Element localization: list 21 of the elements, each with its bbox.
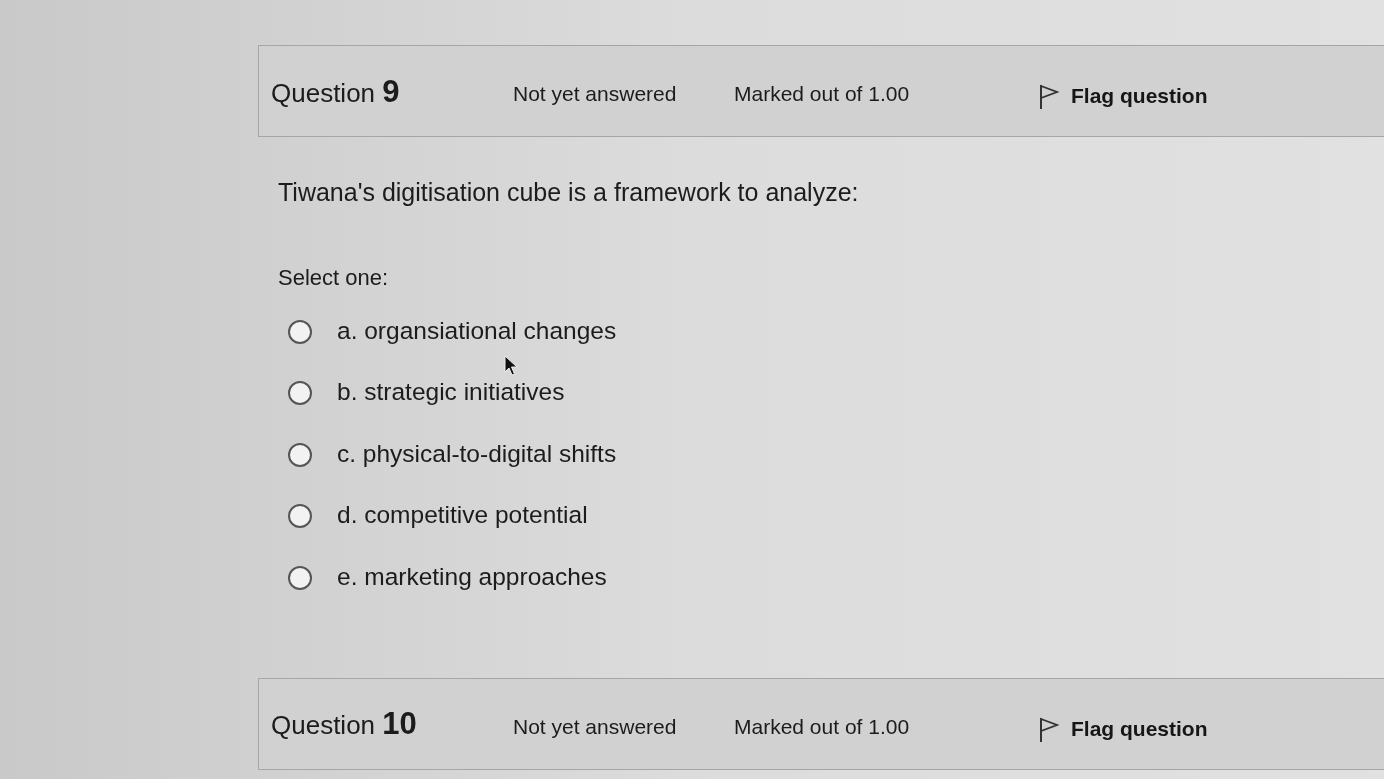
- radio-button[interactable]: [288, 381, 312, 406]
- question-marks: Marked out of 1.00: [734, 713, 911, 740]
- answer-option-label[interactable]: b. strategic initiatives: [337, 377, 565, 408]
- question-marks: Marked out of 1.00: [734, 81, 911, 108]
- question-text: Tiwana's digitisation cube is a framework to analyze:: [278, 177, 860, 207]
- answer-option-label[interactable]: c. physical-to-digital shifts: [337, 438, 617, 469]
- question-number: Question 9: [271, 75, 401, 107]
- mouse-pointer-icon: [504, 355, 518, 376]
- question-number: Question 10: [271, 708, 418, 739]
- question-status: Not yet answered: [513, 81, 678, 108]
- flag-question-button[interactable]: Flag question: [1039, 80, 1208, 112]
- radio-button[interactable]: [288, 442, 312, 467]
- answer-option-label[interactable]: a. organsiational changes: [337, 315, 617, 346]
- prompt-text: Select one:: [278, 265, 390, 291]
- flag-question-button[interactable]: Flag question: [1039, 712, 1208, 745]
- answer-option-label[interactable]: d. competitive potential: [337, 500, 588, 531]
- radio-button[interactable]: [288, 319, 312, 344]
- radio-button[interactable]: [288, 565, 312, 590]
- answer-option-label[interactable]: e. marketing approaches: [337, 561, 607, 592]
- question-status: Not yet answered: [513, 713, 678, 740]
- radio-button[interactable]: [288, 504, 312, 529]
